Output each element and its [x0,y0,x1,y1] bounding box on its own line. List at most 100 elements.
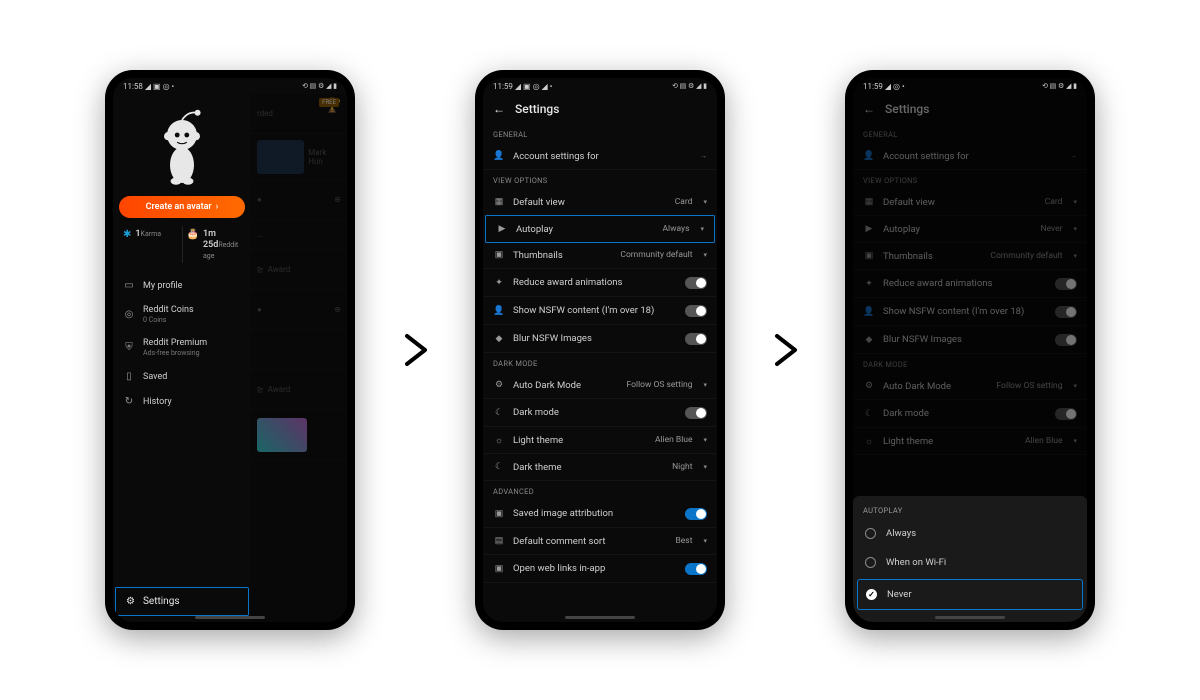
menu-reddit-coins[interactable]: ◎Reddit Coins0 Coins [113,298,251,331]
status-bar: 11:59 ◢ ▣ ◎ ◢ • ⟲ ▤ ⚙ ◢ ▮ [483,78,717,94]
nav-pill [565,616,635,619]
row-thumbnails[interactable]: ▣ThumbnailsCommunity default▾ [483,242,717,269]
premium-icon: ⛨ [123,342,135,353]
row-saved-image-attribution[interactable]: ▣Saved image attribution [483,500,717,528]
toggle[interactable] [685,508,707,520]
chevron-down-icon: ▾ [703,198,707,206]
chevron-down-icon: ▾ [703,251,707,259]
phone-2: 11:59 ◢ ▣ ◎ ◢ • ⟲ ▤ ⚙ ◢ ▮ ← Settings GEN… [475,70,725,630]
link-icon: ▣ [493,564,505,574]
section-advanced: ADVANCED [483,481,717,500]
row-show-nsfw[interactable]: 👤Show NSFW content (I'm over 18) [483,297,717,325]
create-avatar-button[interactable]: Create an avatar› [119,196,245,218]
image-icon: ▣ [493,509,505,519]
chevron-down-icon: ▾ [700,225,704,233]
profile-icon: ▭ [123,280,135,291]
background-feed: 🏆 FREE rded Mark Hun ●⊕ … ⊵Award ●⊕ ⊵Awa… [251,94,347,622]
nav-pill [935,616,1005,619]
section-dark-mode: DARK MODE [853,354,1087,373]
sheet-title: AUTOPLAY [853,496,1087,519]
cake-icon: 🎂 [187,229,199,240]
back-icon[interactable]: ← [493,102,505,116]
radio-checked-icon [866,589,877,600]
chevron-down-icon: ▾ [703,436,707,444]
menu-saved[interactable]: ▯Saved [113,364,251,389]
toggle[interactable] [685,333,707,345]
autoplay-bottom-sheet: AUTOPLAY Always When on Wi-Fi Never [853,496,1087,622]
option-never[interactable]: Never [857,579,1083,610]
row-autoplay[interactable]: ▶AutoplayAlways▾ [485,215,715,243]
status-bar: 11:59 ◢ ◎ • ⟲ ▤ ⚙ ◢ ▮ [853,78,1087,94]
page-title: Settings [515,102,559,116]
moon-icon: ☾ [493,462,505,472]
toggle[interactable] [685,407,707,419]
option-always[interactable]: Always [853,519,1087,548]
section-general: GENERAL [853,124,1087,143]
sparkle-icon: ✦ [493,278,505,288]
person-icon: 👤 [493,306,505,316]
person-icon: 👤 [493,151,505,161]
row-thumbnails: ▣ThumbnailsCommunity default▾ [853,243,1087,270]
chevron-down-icon: ▾ [703,537,707,545]
option-wifi[interactable]: When on Wi-Fi [853,548,1087,577]
row-dark-mode: ☾Dark mode [853,400,1087,428]
settings-header: ← Settings [483,94,717,124]
phone-3: 11:59 ◢ ◎ • ⟲ ▤ ⚙ ◢ ▮ ← Settings GENERAL… [845,70,1095,630]
row-default-view[interactable]: ▦Default viewCard▾ [483,189,717,216]
image-icon: ▣ [493,250,505,260]
coins-icon: ◎ [123,309,135,320]
row-light-theme: ☼Light themeAlien Blue▾ [853,428,1087,455]
moon-icon: ☾ [493,408,505,418]
toggle[interactable] [685,305,707,317]
toggle[interactable] [685,563,707,575]
settings-header: ← Settings [853,94,1087,124]
row-open-web-links[interactable]: ▣Open web links in-app [483,555,717,583]
screen-2: 11:59 ◢ ▣ ◎ ◢ • ⟲ ▤ ⚙ ◢ ▮ ← Settings GEN… [483,78,717,622]
back-icon[interactable]: ← [863,102,875,116]
row-default-view: ▦Default viewCard▾ [853,189,1087,216]
avatar-placeholder [113,94,251,196]
row-show-nsfw: 👤Show NSFW content (I'm over 18) [853,298,1087,326]
row-autoplay: ▶AutoplayNever▾ [853,216,1087,243]
row-dark-mode[interactable]: ☾Dark mode [483,399,717,427]
card-icon: ▦ [493,197,505,207]
row-blur-nsfw[interactable]: ◆Blur NSFW Images [483,325,717,353]
toggle[interactable] [685,277,707,289]
snoo-icon [152,108,212,186]
section-general: GENERAL [483,124,717,143]
chevron-right-icon: › [216,202,219,212]
menu-history[interactable]: ↻History [113,389,251,414]
section-view-options: VIEW OPTIONS [483,170,717,189]
section-dark-mode: DARK MODE [483,353,717,372]
menu-my-profile[interactable]: ▭My profile [113,273,251,298]
gear-icon: ⚙ [126,596,135,607]
row-reduce-animations[interactable]: ✦Reduce award animations [483,269,717,297]
diamond-icon: ◆ [493,334,505,344]
play-icon: ▶ [496,224,508,234]
menu-reddit-premium[interactable]: ⛨Reddit PremiumAds-free browsing [113,331,251,364]
row-auto-dark-mode: ⚙Auto Dark ModeFollow OS setting▾ [853,373,1087,400]
side-drawer: Create an avatar› ✱1Karma 🎂1m 25dReddit … [113,94,251,622]
free-badge: FREE [319,98,339,107]
karma-icon: ✱ [123,229,131,240]
row-auto-dark-mode[interactable]: ⚙Auto Dark ModeFollow OS setting▾ [483,372,717,399]
status-bar: 11:58 ◢ ▣ ◎ • ⟲ ▤ ⚙ ◢ ▮ [113,78,347,94]
drawer-menu: ▭My profile ◎Reddit Coins0 Coins ⛨Reddit… [113,273,251,587]
flow-arrow [395,330,435,370]
row-light-theme[interactable]: ☼Light themeAlien Blue▾ [483,427,717,454]
comment-icon: ▤ [493,536,505,546]
row-dark-theme[interactable]: ☾Dark themeNight▾ [483,454,717,481]
radio-icon [865,528,876,539]
row-account-settings[interactable]: 👤Account settings for→ [483,143,717,170]
nav-pill [195,616,265,619]
radio-icon [865,557,876,568]
user-stats: ✱1Karma 🎂1m 25dReddit age [119,226,245,263]
flow-arrow [765,330,805,370]
row-default-comment-sort[interactable]: ▤Default comment sortBest▾ [483,528,717,555]
row-reduce-animations: ✦Reduce award animations [853,270,1087,298]
chevron-down-icon: ▾ [703,463,707,471]
menu-settings[interactable]: ⚙ Settings [115,587,249,616]
row-account-settings: 👤Account settings for→ [853,143,1087,170]
bookmark-icon: ▯ [123,371,135,382]
chevron-right-icon: → [700,152,707,160]
